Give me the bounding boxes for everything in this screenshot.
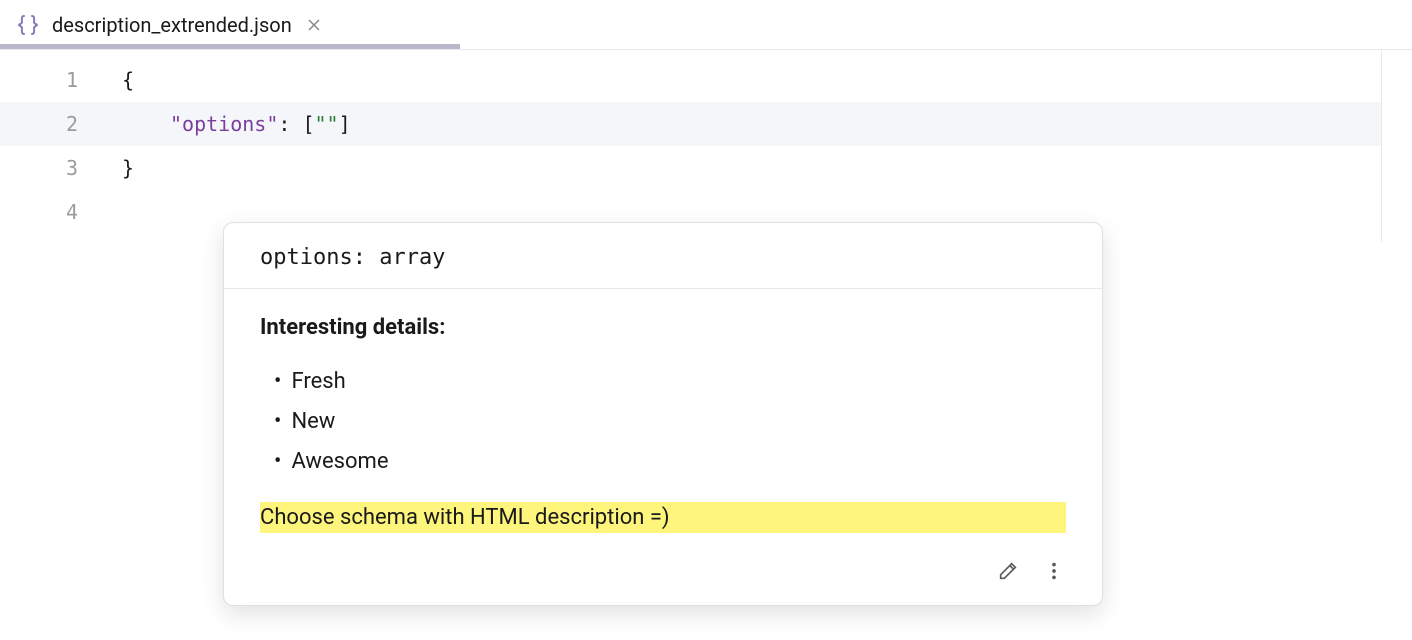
popup-type-info: options: array bbox=[224, 223, 1102, 289]
popup-footer bbox=[224, 547, 1102, 605]
tab-active-indicator bbox=[0, 44, 460, 49]
edit-button[interactable] bbox=[996, 559, 1020, 583]
code-content-area[interactable]: { "options": [""] } bbox=[116, 50, 1381, 242]
line-number: 2 bbox=[0, 102, 116, 146]
line-number: 1 bbox=[0, 58, 116, 102]
close-icon bbox=[307, 18, 321, 32]
code-line: } bbox=[116, 146, 1381, 190]
tab-close-button[interactable] bbox=[304, 15, 324, 35]
popup-highlighted-note: Choose schema with HTML description =) bbox=[260, 502, 1066, 533]
code-line: { bbox=[116, 58, 1381, 102]
popup-body: Interesting details: Fresh New Awesome C… bbox=[224, 289, 1102, 547]
popup-heading: Interesting details: bbox=[260, 315, 1066, 340]
more-options-button[interactable] bbox=[1042, 559, 1066, 583]
list-item: Fresh bbox=[260, 362, 1066, 402]
line-number-gutter: 1 2 3 4 bbox=[0, 50, 116, 242]
tab-filename: description_extrended.json bbox=[52, 13, 292, 37]
code-line: "options": [""] bbox=[116, 102, 1381, 146]
list-item: Awesome bbox=[260, 442, 1066, 482]
tab-bar: description_extrended.json bbox=[0, 0, 1412, 50]
file-tab[interactable]: description_extrended.json bbox=[0, 0, 340, 49]
kebab-menu-icon bbox=[1043, 560, 1065, 582]
pencil-icon bbox=[997, 560, 1019, 582]
schema-tooltip-popup: options: array Interesting details: Fres… bbox=[223, 222, 1103, 606]
line-number: 3 bbox=[0, 146, 116, 190]
json-file-icon bbox=[16, 13, 40, 37]
code-editor[interactable]: 1 2 3 4 { "options": [""] } options: arr… bbox=[0, 50, 1412, 242]
list-item: New bbox=[260, 402, 1066, 442]
line-number: 4 bbox=[0, 190, 116, 234]
popup-detail-list: Fresh New Awesome bbox=[260, 362, 1066, 482]
